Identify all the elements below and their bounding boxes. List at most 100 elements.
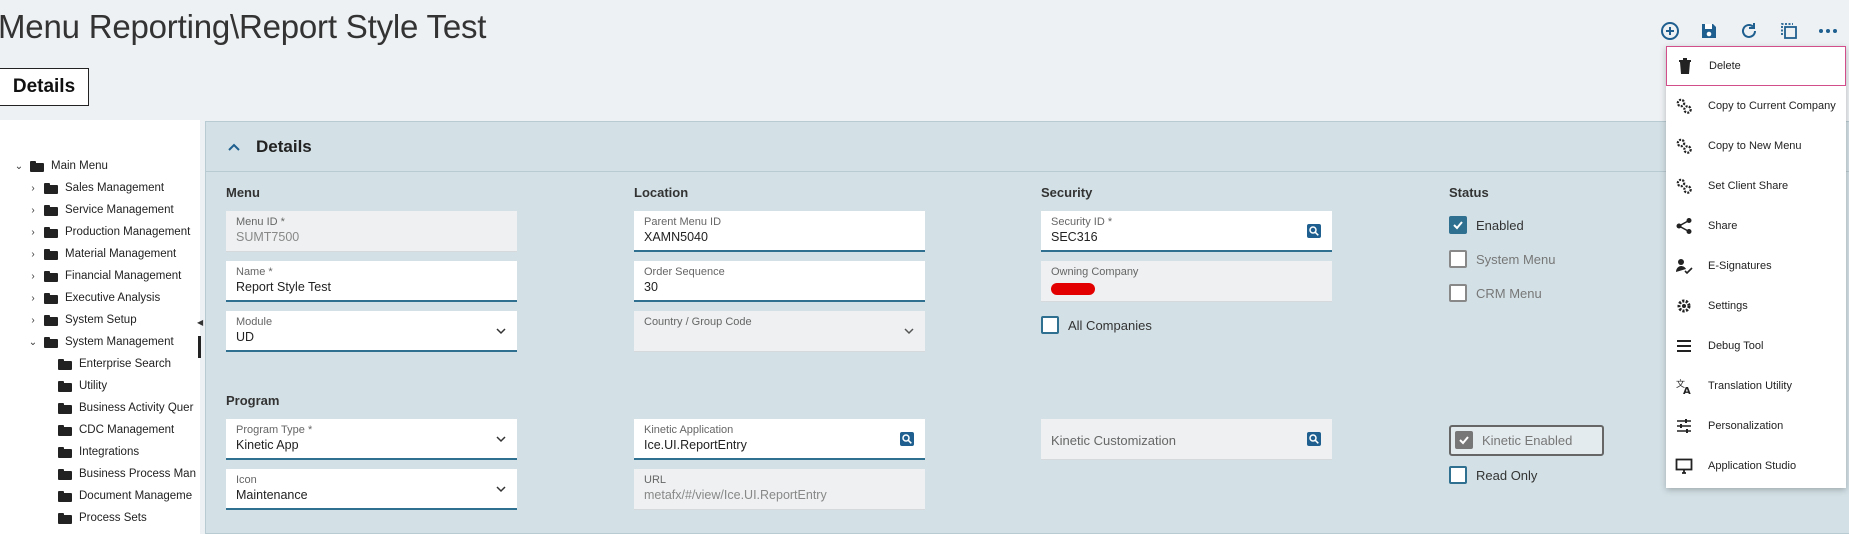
- chevron-right-icon[interactable]: ›: [26, 183, 40, 194]
- kinetic-enabled-checkbox: Kinetic Enabled: [1455, 431, 1572, 449]
- tree-item[interactable]: › Sales Management: [26, 178, 164, 198]
- tree-item-label: Main Menu: [51, 160, 108, 172]
- list-icon: [1674, 336, 1694, 356]
- chevron-right-icon[interactable]: ›: [26, 315, 40, 326]
- tree-item-label: CDC Management: [79, 424, 175, 436]
- chevron-down-icon[interactable]: ⌄: [12, 161, 26, 172]
- chevron-right-icon[interactable]: ›: [26, 293, 40, 304]
- chevron-up-icon[interactable]: [226, 139, 242, 155]
- menu-item-label: Settings: [1708, 300, 1748, 312]
- tree-item[interactable]: Enterprise Search: [40, 354, 171, 374]
- menu-id-field: Menu ID * SUMT7500: [226, 211, 517, 252]
- folder-icon: [44, 204, 58, 216]
- checkbox-box[interactable]: [1041, 316, 1059, 334]
- add-icon[interactable]: [1659, 20, 1681, 42]
- chevron-down-icon[interactable]: [495, 433, 507, 445]
- menu-item-set-client-share[interactable]: Set Client Share: [1666, 166, 1846, 206]
- tree-item[interactable]: › Service Management: [26, 200, 173, 220]
- tree-item[interactable]: Process Sets: [40, 508, 147, 528]
- menu-item-translation-utility[interactable]: 文 A Translation Utility: [1666, 366, 1846, 406]
- folder-icon: [58, 490, 72, 502]
- folder-icon: [58, 446, 72, 458]
- menu-item-copy-to-current-company[interactable]: Copy to Current Company: [1666, 86, 1846, 126]
- svg-text:A: A: [1683, 386, 1691, 395]
- more-icon[interactable]: [1817, 20, 1839, 42]
- section-program: Program: [226, 393, 280, 408]
- collapse-arrow-icon[interactable]: ◀: [197, 318, 203, 327]
- search-icon[interactable]: [1306, 431, 1322, 447]
- menu-item-application-studio[interactable]: Application Studio: [1666, 446, 1846, 486]
- menu-item-delete[interactable]: Delete: [1666, 46, 1846, 86]
- menu-item-share[interactable]: Share: [1666, 206, 1846, 246]
- search-icon[interactable]: [1306, 223, 1322, 239]
- chevron-down-icon[interactable]: [495, 483, 507, 495]
- tree-item[interactable]: › Material Management: [26, 244, 176, 264]
- chevron-right-icon[interactable]: ›: [26, 205, 40, 216]
- check-icon[interactable]: [1449, 216, 1467, 234]
- system-menu-checkbox[interactable]: System Menu: [1449, 250, 1555, 268]
- folder-icon: [44, 248, 58, 260]
- menu-item-personalization[interactable]: Personalization: [1666, 406, 1846, 446]
- parent-menu-id-field[interactable]: Parent Menu ID XAMN5040: [634, 211, 925, 252]
- chevron-right-icon[interactable]: ›: [26, 227, 40, 238]
- save-icon[interactable]: [1698, 20, 1720, 42]
- checkbox-box[interactable]: [1449, 466, 1467, 484]
- chevron-down-icon[interactable]: ⌄: [26, 337, 40, 348]
- menu-item-copy-to-new-menu[interactable]: Copy to New Menu: [1666, 126, 1846, 166]
- module-dropdown[interactable]: Module UD: [226, 311, 517, 352]
- program-type-dropdown[interactable]: Program Type * Kinetic App: [226, 419, 517, 460]
- chevron-right-icon[interactable]: ›: [26, 249, 40, 260]
- tree-item[interactable]: › System Setup: [26, 310, 136, 330]
- tree-splitter[interactable]: [198, 336, 201, 358]
- tree-item-label: Business Activity Quer: [79, 402, 194, 414]
- kinetic-customization-field[interactable]: Kinetic Customization: [1041, 419, 1332, 460]
- crm-menu-checkbox[interactable]: CRM Menu: [1449, 284, 1542, 302]
- section-security: Security: [1041, 185, 1093, 200]
- security-id-field[interactable]: Security ID * SEC316: [1041, 211, 1332, 252]
- read-only-checkbox[interactable]: Read Only: [1449, 466, 1537, 484]
- folder-icon: [44, 292, 58, 304]
- tab-details[interactable]: Details: [0, 68, 89, 106]
- order-sequence-field[interactable]: Order Sequence 30: [634, 261, 925, 302]
- menu-item-label: E-Signatures: [1708, 260, 1772, 272]
- checkbox-box[interactable]: [1449, 284, 1467, 302]
- folder-icon: [58, 402, 72, 414]
- gear-icon: [1674, 296, 1694, 316]
- owning-company-field: Owning Company: [1041, 261, 1332, 302]
- menu-item-label: Share: [1708, 220, 1738, 232]
- checkbox-box[interactable]: [1449, 250, 1467, 268]
- tree-item[interactable]: Utility: [40, 376, 107, 396]
- section-location: Location: [634, 185, 689, 200]
- tree-item-label: System Management: [65, 336, 174, 348]
- tree-item[interactable]: CDC Management: [40, 420, 174, 440]
- tree-item[interactable]: › Financial Management: [26, 266, 181, 286]
- tree-item[interactable]: › Executive Analysis: [26, 288, 160, 308]
- chevron-down-icon[interactable]: [495, 325, 507, 337]
- tree-item-main-menu[interactable]: ⌄ Main Menu: [12, 156, 108, 176]
- tree-item-label: Production Management: [65, 226, 191, 238]
- tree-item[interactable]: Business Activity Quer: [40, 398, 193, 418]
- all-companies-checkbox[interactable]: All Companies: [1041, 316, 1152, 334]
- details-panel-header[interactable]: Details: [206, 122, 1849, 172]
- tree-item[interactable]: ⌄ System Management: [26, 332, 174, 352]
- menu-item-settings[interactable]: Settings: [1666, 286, 1846, 326]
- tree-item[interactable]: › Production Management: [26, 222, 190, 242]
- tree-item[interactable]: Document Manageme: [40, 486, 192, 506]
- sliders-icon: [1674, 416, 1694, 436]
- folder-icon: [44, 270, 58, 282]
- chevron-right-icon[interactable]: ›: [26, 271, 40, 282]
- refresh-icon[interactable]: [1738, 20, 1760, 42]
- tree-item[interactable]: Business Process Man: [40, 464, 196, 484]
- copy-icon[interactable]: [1778, 20, 1800, 42]
- menu-item-debug-tool[interactable]: Debug Tool: [1666, 326, 1846, 366]
- gears-icon: [1674, 136, 1694, 156]
- icon-dropdown[interactable]: Icon Maintenance: [226, 469, 517, 510]
- enabled-checkbox[interactable]: Enabled: [1449, 216, 1524, 234]
- menu-item-label: Debug Tool: [1708, 340, 1764, 352]
- tree-item[interactable]: Integrations: [40, 442, 139, 462]
- menu-item-e-signatures[interactable]: E-Signatures: [1666, 246, 1846, 286]
- search-icon[interactable]: [899, 431, 915, 447]
- name-field[interactable]: Name * Report Style Test: [226, 261, 517, 302]
- kinetic-application-field[interactable]: Kinetic Application Ice.UI.ReportEntry: [634, 419, 925, 460]
- overflow-menu: Delete Copy to Current Company Copy to New…: [1666, 46, 1846, 488]
